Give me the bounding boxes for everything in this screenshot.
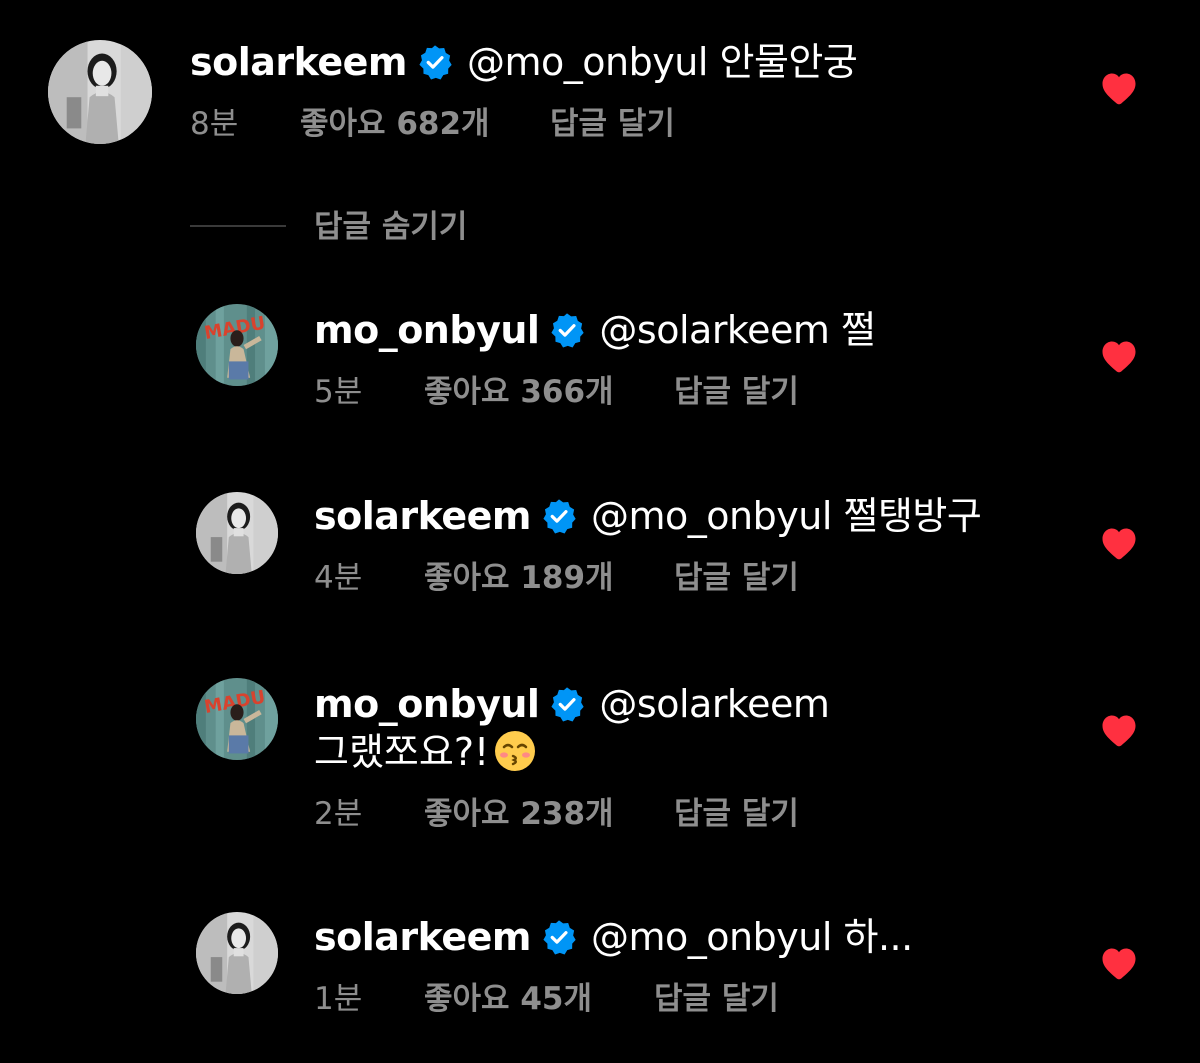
mention-link[interactable]: @solarkeem xyxy=(599,682,829,726)
username[interactable]: mo_onbyul xyxy=(314,308,540,352)
comment-line: mo_onbyul @solarkeem 쩔 xyxy=(314,306,876,354)
heart-icon[interactable] xyxy=(1101,72,1137,105)
heart-icon[interactable] xyxy=(1101,947,1137,980)
avatar[interactable] xyxy=(196,492,278,574)
likes-count[interactable]: 좋아요 682개 xyxy=(300,104,490,144)
verified-badge-icon xyxy=(549,312,585,348)
reply-button[interactable]: 답글 달기 xyxy=(674,794,799,834)
reply-button[interactable]: 답글 달기 xyxy=(654,979,779,1019)
comment-text: 하... xyxy=(843,915,913,959)
comment-text: 안물안궁 xyxy=(719,40,858,84)
divider xyxy=(190,225,286,227)
heart-icon[interactable] xyxy=(1101,527,1137,560)
verified-badge-icon xyxy=(549,686,585,722)
comment-time: 8분 xyxy=(190,106,239,142)
heart-icon[interactable] xyxy=(1101,340,1137,373)
likes-count[interactable]: 좋아요 45개 xyxy=(424,979,592,1019)
comment-text: 쩔 xyxy=(840,308,876,352)
comment-text-line: 그랬쪼요?! xyxy=(314,728,537,776)
comment-time: 2분 xyxy=(314,796,363,832)
comment-line: solarkeem @mo_onbyul 하... xyxy=(314,913,913,961)
heart-icon[interactable] xyxy=(1101,714,1137,747)
username[interactable]: solarkeem xyxy=(314,915,532,959)
likes-count[interactable]: 좋아요 366개 xyxy=(424,372,614,412)
comment-time: 1분 xyxy=(314,981,363,1017)
username[interactable]: solarkeem xyxy=(314,494,532,538)
comment-text: 그랬쪼요?! xyxy=(314,730,490,774)
kissing-face-emoji-icon xyxy=(493,729,537,773)
comment-text: 쩔탱방구 xyxy=(843,494,982,538)
mention-link[interactable]: @solarkeem xyxy=(599,308,829,352)
hide-replies-label: 답글 숨기기 xyxy=(314,209,468,245)
comment-line: solarkeem @mo_onbyul 쩔탱방구 xyxy=(314,492,982,540)
likes-count[interactable]: 좋아요 238개 xyxy=(424,794,614,834)
avatar[interactable] xyxy=(196,678,278,760)
reply-button[interactable]: 답글 달기 xyxy=(674,372,799,412)
mention-link[interactable]: @mo_onbyul xyxy=(467,40,708,84)
avatar[interactable] xyxy=(196,304,278,386)
reply-button[interactable]: 답글 달기 xyxy=(674,558,799,598)
comment-line: solarkeem @mo_onbyul 안물안궁 xyxy=(190,38,858,86)
avatar[interactable] xyxy=(196,912,278,994)
verified-badge-icon xyxy=(417,44,453,80)
comment-line: mo_onbyul @solarkeem xyxy=(314,680,830,728)
likes-count[interactable]: 좋아요 189개 xyxy=(424,558,614,598)
mention-link[interactable]: @mo_onbyul xyxy=(591,494,832,538)
reply-button[interactable]: 답글 달기 xyxy=(550,104,675,144)
comment-time: 4분 xyxy=(314,560,363,596)
username[interactable]: mo_onbyul xyxy=(314,682,540,726)
username[interactable]: solarkeem xyxy=(190,40,408,84)
mention-link[interactable]: @mo_onbyul xyxy=(591,915,832,959)
verified-badge-icon xyxy=(541,919,577,955)
avatar[interactable] xyxy=(48,40,152,144)
verified-badge-icon xyxy=(541,498,577,534)
comment-time: 5분 xyxy=(314,374,363,410)
